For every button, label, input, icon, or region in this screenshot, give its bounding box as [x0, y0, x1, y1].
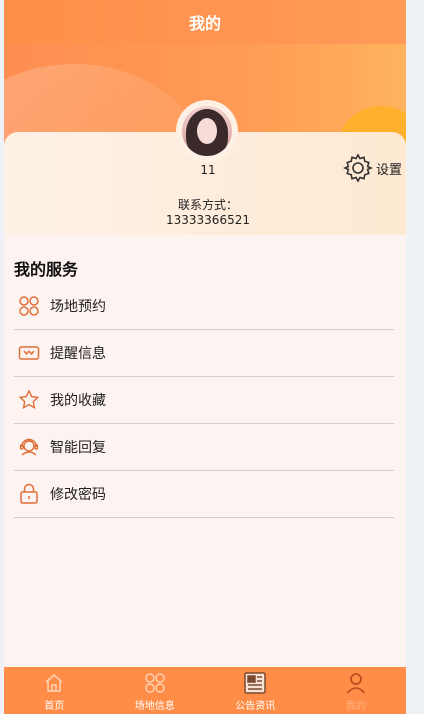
star-icon: [16, 389, 42, 411]
user-icon: [345, 671, 367, 695]
venue-grid-icon: [16, 295, 42, 317]
reminder-icon: [16, 342, 42, 364]
tab-mine[interactable]: 我的: [306, 667, 407, 714]
tab-announcements[interactable]: 公告资讯: [205, 667, 306, 714]
tab-home[interactable]: 首页: [4, 667, 105, 714]
service-item-favorites[interactable]: 我的收藏: [14, 377, 394, 424]
service-label: 修改密码: [50, 487, 106, 503]
contact-label: 联系方式：: [177, 198, 238, 212]
services-list: 场地预约 提醒信息 我的收藏 智能回复 修改密码: [14, 283, 394, 518]
tab-label: 公告资讯: [235, 701, 276, 712]
settings-label: 设置: [376, 162, 403, 178]
contact-phone: 13333366521: [166, 213, 250, 227]
service-label: 场地预约: [50, 299, 106, 315]
page-title: 我的: [188, 14, 221, 33]
settings-button[interactable]: 设置: [342, 151, 402, 185]
gear-icon: [343, 153, 373, 183]
lock-icon: [16, 483, 42, 505]
support-agent-icon: [16, 436, 42, 458]
tab-label: 我的: [345, 701, 366, 712]
tab-venue-info[interactable]: 场地信息: [105, 667, 206, 714]
service-label: 提醒信息: [50, 346, 106, 362]
service-item-change-password[interactable]: 修改密码: [14, 471, 394, 518]
tab-label: 场地信息: [134, 701, 175, 712]
service-label: 我的收藏: [50, 393, 106, 409]
grid-icon: [144, 671, 166, 695]
service-item-smart-reply[interactable]: 智能回复: [14, 424, 394, 471]
avatar-face: [197, 118, 217, 144]
home-icon: [43, 671, 65, 695]
avatar[interactable]: [182, 106, 232, 156]
app-screen: 我的 11 设置 联系方式： 13333366521 我的服务 场地预约 提醒信…: [4, 0, 406, 714]
service-item-venue-booking[interactable]: 场地预约: [14, 283, 394, 330]
service-label: 智能回复: [50, 440, 106, 456]
top-nav-bar: 我的: [4, 0, 406, 44]
services-title: 我的服务: [14, 260, 79, 279]
bottom-tab-bar: 首页 场地信息 公告资讯 我的: [4, 667, 406, 714]
tab-label: 首页: [44, 701, 65, 712]
news-icon: [243, 671, 267, 695]
service-item-reminders[interactable]: 提醒信息: [14, 330, 394, 377]
